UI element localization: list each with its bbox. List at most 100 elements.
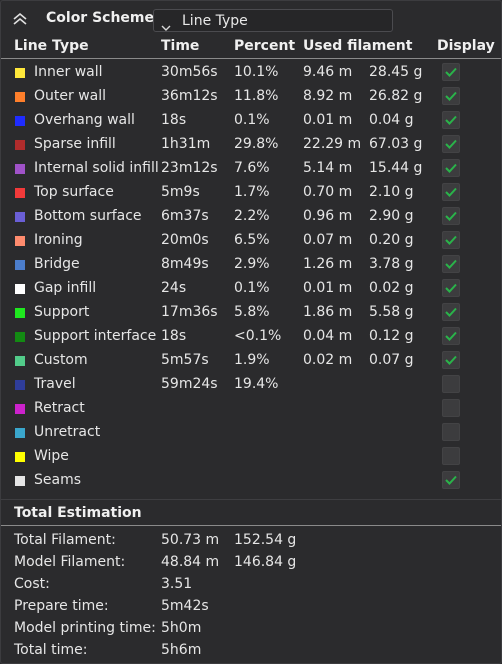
table-row[interactable]: Bottom surface 6m37s 2.2% 0.96 m 2.90 g (1, 205, 501, 229)
percent-value: 1.7% (234, 184, 270, 200)
time-value: 6m37s (161, 208, 209, 224)
display-checkbox[interactable] (442, 231, 460, 249)
filament-weight: 0.12 g (369, 328, 414, 344)
total-label: Model printing time: (14, 620, 156, 636)
time-value: 18s (161, 328, 187, 344)
display-checkbox[interactable] (442, 447, 460, 465)
table-row[interactable]: Seams (1, 469, 501, 493)
display-checkbox[interactable] (442, 279, 460, 297)
line-type-label: Sparse infill (34, 136, 116, 152)
color-swatch (15, 380, 25, 390)
table-row[interactable]: Support 17m36s 5.8% 1.86 m 5.58 g (1, 301, 501, 325)
table-row[interactable]: Retract (1, 397, 501, 421)
time-value: 24s (161, 280, 187, 296)
filament-weight: 5.58 g (369, 304, 414, 320)
display-checkbox[interactable] (442, 399, 460, 417)
filament-length: 0.04 m (303, 328, 353, 344)
table-row[interactable]: Custom 5m57s 1.9% 0.02 m 0.07 g (1, 349, 501, 373)
display-checkbox[interactable] (442, 183, 460, 201)
time-value: 1h31m (161, 136, 211, 152)
line-type-label: Bottom surface (34, 208, 142, 224)
table-row[interactable]: Sparse infill 1h31m 29.8% 22.29 m 67.03 g (1, 133, 501, 157)
filament-length: 0.07 m (303, 232, 353, 248)
total-label: Total time: (14, 642, 88, 658)
total-value: 50.73 m (161, 532, 220, 548)
table-row[interactable]: Support interface 18s <0.1% 0.04 m 0.12 g (1, 325, 501, 349)
view-type-dropdown[interactable]: Line Type (153, 9, 393, 32)
total-row: Total Filament: 50.73 m 152.54 g (1, 532, 501, 554)
display-checkbox[interactable] (442, 375, 460, 393)
color-swatch (15, 332, 25, 342)
color-swatch (15, 188, 25, 198)
time-value: 18s (161, 112, 187, 128)
header-divider (1, 58, 501, 59)
filament-length: 5.14 m (303, 160, 353, 176)
display-checkbox[interactable] (442, 111, 460, 129)
filament-length: 8.92 m (303, 88, 353, 104)
filament-weight: 0.02 g (369, 280, 414, 296)
filament-weight: 67.03 g (369, 136, 423, 152)
display-checkbox[interactable] (442, 159, 460, 177)
total-value: 48.84 m (161, 554, 220, 570)
filament-length: 9.46 m (303, 64, 353, 80)
filament-weight: 0.20 g (369, 232, 414, 248)
filament-weight: 3.78 g (369, 256, 414, 272)
display-checkbox[interactable] (442, 207, 460, 225)
color-scheme-title: Color Scheme (46, 10, 155, 26)
display-checkbox[interactable] (442, 87, 460, 105)
time-value: 8m49s (161, 256, 209, 272)
color-swatch (15, 260, 25, 270)
filament-weight: 2.10 g (369, 184, 414, 200)
double-chevron-up-icon[interactable] (12, 11, 28, 25)
total-value: 5h6m (161, 642, 202, 658)
color-swatch (15, 164, 25, 174)
total-value-secondary: 146.84 g (234, 554, 297, 570)
percent-value: 5.8% (234, 304, 270, 320)
table-row[interactable]: Wipe (1, 445, 501, 469)
display-checkbox[interactable] (442, 423, 460, 441)
filament-weight: 26.82 g (369, 88, 423, 104)
checkmark-icon (445, 139, 457, 149)
table-row[interactable]: Overhang wall 18s 0.1% 0.01 m 0.04 g (1, 109, 501, 133)
percent-value: 2.2% (234, 208, 270, 224)
checkmark-icon (445, 331, 457, 341)
filament-length: 0.02 m (303, 352, 353, 368)
table-row[interactable]: Inner wall 30m56s 10.1% 9.46 m 28.45 g (1, 61, 501, 85)
total-value: 5h0m (161, 620, 202, 636)
table-row[interactable]: Ironing 20m0s 6.5% 0.07 m 0.20 g (1, 229, 501, 253)
line-type-label: Outer wall (34, 88, 107, 104)
display-checkbox[interactable] (442, 135, 460, 153)
table-row[interactable]: Internal solid infill 23m12s 7.6% 5.14 m 15.… (1, 157, 501, 181)
line-type-label: Ironing (34, 232, 83, 248)
total-row: Total time: 5h6m (1, 642, 501, 664)
color-swatch (15, 212, 25, 222)
checkmark-icon (445, 163, 457, 173)
percent-value: 29.8% (234, 136, 279, 152)
display-checkbox[interactable] (442, 303, 460, 321)
percent-value: 1.9% (234, 352, 270, 368)
table-row[interactable]: Gap infill 24s 0.1% 0.01 m 0.02 g (1, 277, 501, 301)
display-checkbox[interactable] (442, 327, 460, 345)
table-row[interactable]: Travel 59m24s 19.4% (1, 373, 501, 397)
color-swatch (15, 116, 25, 126)
color-swatch (15, 236, 25, 246)
display-checkbox[interactable] (442, 351, 460, 369)
color-swatch (15, 284, 25, 294)
table-row[interactable]: Outer wall 36m12s 11.8% 8.92 m 26.82 g (1, 85, 501, 109)
section-divider (1, 499, 501, 500)
filament-weight: 2.90 g (369, 208, 414, 224)
total-value: 3.51 (161, 576, 193, 592)
line-type-label: Support (34, 304, 90, 320)
line-type-label: Internal solid infill (34, 160, 159, 176)
table-row[interactable]: Bridge 8m49s 2.9% 1.26 m 3.78 g (1, 253, 501, 277)
chevron-down-icon (161, 17, 171, 31)
column-header-display: Display (437, 38, 495, 54)
percent-value: 11.8% (234, 88, 279, 104)
display-checkbox[interactable] (442, 471, 460, 489)
display-checkbox[interactable] (442, 63, 460, 81)
table-row[interactable]: Top surface 5m9s 1.7% 0.70 m 2.10 g (1, 181, 501, 205)
filament-length: 0.96 m (303, 208, 353, 224)
filament-length: 1.26 m (303, 256, 353, 272)
table-row[interactable]: Unretract (1, 421, 501, 445)
display-checkbox[interactable] (442, 255, 460, 273)
